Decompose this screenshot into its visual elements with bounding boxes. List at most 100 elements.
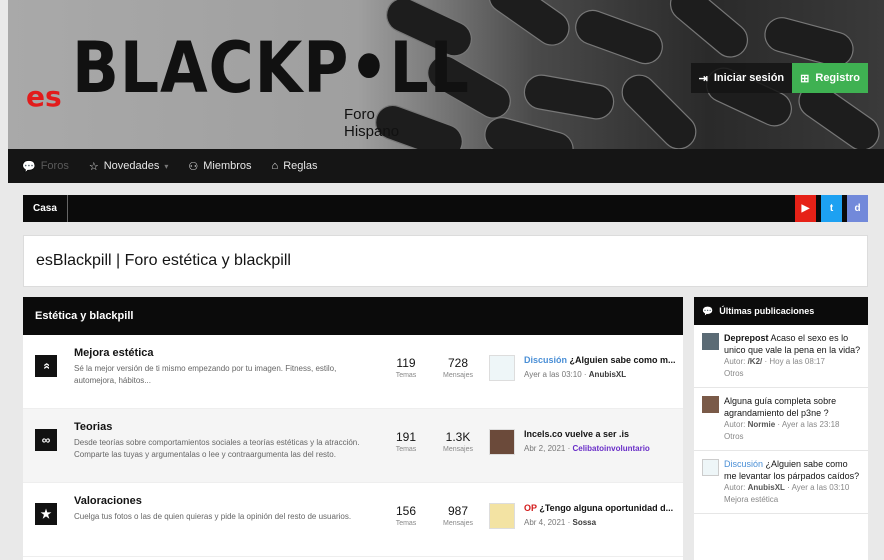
threads-count: 191 (395, 430, 417, 444)
main-nav: 💬 Foros ☆ Novedades ▾ ⚇ Miembros ⌂ Regla… (8, 149, 884, 183)
messages-stat: 987 Mensajes (433, 504, 483, 527)
nav-item-members[interactable]: ⚇ Miembros (188, 160, 251, 173)
avatar[interactable] (702, 396, 719, 413)
last-post-user[interactable]: Celibatoinvoluntario (572, 444, 649, 453)
site-header: es BLACKP•LL Foro Hispano ⇥ Iniciar sesi… (8, 0, 884, 149)
node-description: Cuelga tus fotos o las de quien quieras … (74, 512, 352, 521)
nav-item-rules[interactable]: ⌂ Reglas (272, 160, 318, 172)
last-post-user[interactable]: AnubisXL (589, 370, 626, 379)
register-button[interactable]: ⊞ Registro (792, 63, 868, 93)
last-post-time: Abr 4, 2021 (524, 518, 566, 527)
last-post-meta: Abr 4, 2021 · Sossa (524, 518, 597, 527)
messages-stat: 1.3K Mensajes (433, 430, 483, 453)
forum-category: Estética y blackpill » Mejora estética S… (23, 297, 683, 560)
last-post-title[interactable]: Discusión ¿Alguien sabe como m... (524, 355, 679, 365)
last-post-user[interactable]: Sossa (572, 518, 596, 527)
messages-count: 987 (447, 504, 469, 518)
latest-post-item[interactable]: Alguna guía completa sobre agrandamiento… (694, 388, 868, 451)
post-time: Ayer a las 03:10 (791, 483, 850, 492)
prefix-label[interactable]: Discusión (724, 459, 763, 469)
youtube-icon[interactable]: ▶ (795, 195, 816, 222)
logo-main: BLACKP•LL (72, 27, 470, 109)
latest-post-item[interactable]: Deprepost Acaso el sexo es lo unico que … (694, 325, 868, 388)
author-label: Autor: (724, 483, 746, 492)
messages-label: Mensajes (443, 372, 473, 379)
breadcrumb: Casa ▶ t d (23, 195, 868, 222)
node-description: Desde teorías sobre comportamientos soci… (74, 438, 360, 459)
forum-node[interactable]: ∞ Teorias Desde teorías sobre comportami… (23, 409, 683, 483)
star-icon: ★ (35, 503, 57, 525)
prefix-label[interactable]: Discusión (524, 355, 567, 365)
nav-label: Foros (40, 160, 69, 172)
last-post-title-text[interactable]: ¿Alguien sabe como m... (570, 355, 676, 365)
threads-count: 119 (396, 356, 416, 370)
page-title: esBlackpill | Foro estética y blackpill (36, 252, 291, 269)
prefix-label[interactable]: OP (524, 503, 537, 513)
logo-subtitle: Foro Hispano (344, 106, 400, 140)
person-icon: ⚇ (188, 160, 199, 173)
nav-item-forums[interactable]: 💬 Foros (22, 160, 69, 173)
page-title-card: esBlackpill | Foro estética y blackpill (23, 235, 868, 287)
tag-icon: ⌂ (271, 160, 279, 172)
post-forum[interactable]: Otros (724, 431, 862, 443)
avatar[interactable] (489, 503, 515, 529)
last-post-title-text[interactable]: ¿Tengo alguna oportunidad d... (539, 503, 673, 513)
post-time: Hoy a las 08:17 (769, 357, 825, 366)
chevron-down-icon: ▾ (164, 161, 169, 171)
threads-stat: 119 Temas (381, 356, 431, 379)
twitter-icon[interactable]: t (821, 195, 842, 222)
node-title[interactable]: Teorias (74, 421, 112, 433)
login-label: Iniciar sesión (713, 72, 785, 84)
glasses-icon: ∞ (35, 429, 57, 451)
avatar[interactable] (702, 333, 719, 350)
author-label: Autor: (724, 357, 746, 366)
register-label: Registro (815, 72, 860, 84)
node-title[interactable]: Valoraciones (74, 495, 142, 507)
post-title-prefix[interactable]: Deprepost (724, 333, 769, 343)
threads-count: 156 (395, 504, 417, 518)
messages-label: Mensajes (443, 446, 473, 453)
threads-stat: 156 Temas (381, 504, 431, 527)
auth-buttons: ⇥ Iniciar sesión ⊞ Registro (690, 63, 868, 93)
nav-item-news[interactable]: ☆ Novedades ▾ (89, 160, 169, 173)
post-forum[interactable]: Mejora estética (724, 494, 862, 506)
node-description: Sé la mejor versión de ti mismo empezand… (74, 364, 337, 385)
last-post-meta: Abr 2, 2021 · Celibatoinvoluntario (524, 444, 650, 453)
post-author[interactable]: AnubisXL (748, 483, 785, 492)
chat-bubbles-icon: 💬 (702, 305, 714, 316)
last-post-meta: Ayer a las 03:10 · AnubisXL (524, 370, 627, 379)
forum-node[interactable]: ★ Valoraciones Cuelga tus fotos o las de… (23, 483, 683, 557)
messages-count: 1.3K (445, 430, 471, 444)
node-title[interactable]: Mejora estética (74, 347, 153, 359)
messages-stat: 728 Mensajes (433, 356, 483, 379)
last-post-title[interactable]: OP ¿Tengo alguna oportunidad d... (524, 503, 679, 513)
post-title[interactable]: Alguna guía completa sobre agrandamiento… (724, 396, 836, 418)
author-label: Autor: (724, 420, 746, 429)
avatar[interactable] (489, 429, 515, 455)
post-author[interactable]: Normie (748, 420, 776, 429)
last-post-time: Ayer a las 03:10 (524, 370, 582, 379)
avatar[interactable] (489, 355, 515, 381)
nav-label: Novedades (103, 160, 160, 172)
category-title[interactable]: Estética y blackpill (23, 297, 683, 335)
latest-posts-widget: 💬 Últimas publicaciones Deprepost Acaso … (694, 297, 868, 560)
last-post-title[interactable]: Incels.co vuelve a ser .is (524, 429, 679, 439)
post-meta: Autor: Normie · Ayer a las 23:18 (724, 420, 840, 429)
forum-node[interactable]: » Mejora estética Sé la mejor versión de… (23, 335, 683, 409)
post-author[interactable]: /K2/ (748, 357, 763, 366)
login-icon: ⇥ (698, 72, 708, 85)
discord-icon[interactable]: d (847, 195, 868, 222)
social-links: ▶ t d (795, 195, 868, 222)
avatar[interactable] (702, 459, 719, 476)
breadcrumb-home[interactable]: Casa (23, 195, 68, 222)
post-meta: Autor: AnubisXL · Ayer a las 03:10 (724, 483, 850, 492)
login-button[interactable]: ⇥ Iniciar sesión (690, 63, 793, 93)
threads-stat: 191 Temas (381, 430, 431, 453)
widget-title-text: Últimas publicaciones (719, 306, 815, 316)
threads-label: Temas (395, 446, 417, 453)
post-forum[interactable]: Otros (724, 368, 862, 380)
post-time: Ayer a las 23:18 (781, 420, 840, 429)
chat-bubbles-icon: 💬 (22, 160, 36, 173)
nav-label: Reglas (283, 160, 318, 172)
latest-post-item[interactable]: Discusión ¿Alguien sabe como me levantar… (694, 451, 868, 514)
